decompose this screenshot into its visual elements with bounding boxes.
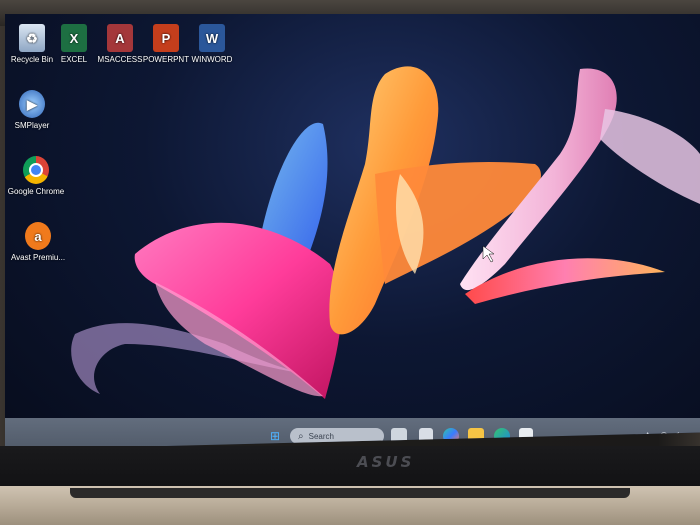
start-icon[interactable]: ⊞ [267,428,283,444]
bottom-bezel [0,446,700,488]
desktop-screen[interactable]: ♻ Recycle Bin X EXCEL A MSACCESS P POWER… [5,14,700,450]
excel-icon: X [61,24,87,52]
recycle-bin-icon: ♻ [19,24,45,52]
desktop-icon-google-chrome[interactable]: Google Chrome [5,156,67,196]
desktop-icon-label: Google Chrome [7,187,65,196]
desktop-icon-avast[interactable]: a Avast Premiu... [7,222,69,262]
desktop-icon-smplayer[interactable]: ▶ SMPlayer [5,90,63,130]
smplayer-icon: ▶ [19,90,45,118]
powerpoint-icon: P [153,24,179,52]
desktop-icon-label: WINWORD [191,55,233,64]
desktop-icon-winword[interactable]: W WINWORD [181,24,243,64]
search-placeholder: Search [308,431,334,441]
desktop-icon-label: Avast Premiu... [10,253,66,262]
desktop-icon-label: SMPlayer [14,121,50,130]
chrome-icon [23,156,49,184]
avast-icon: a [25,222,51,250]
hinge [70,488,630,498]
brand-logo: ASUS [357,453,415,471]
access-icon: A [107,24,133,52]
word-icon: W [199,24,225,52]
wallpaper [71,66,700,399]
search-icon: ⌕ [298,430,304,442]
